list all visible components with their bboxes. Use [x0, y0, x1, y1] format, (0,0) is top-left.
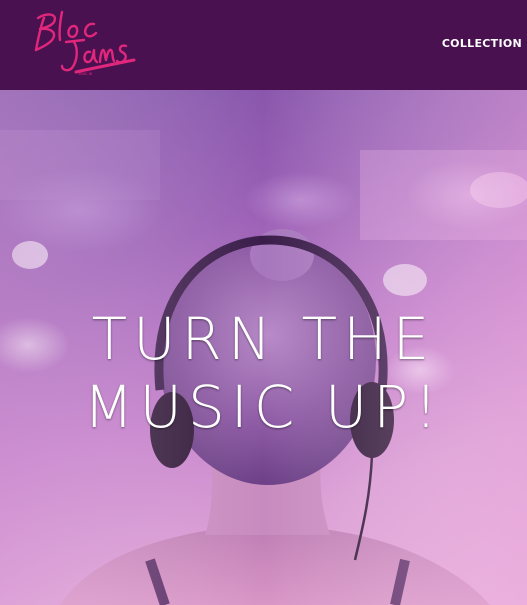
hero-section: TURN THE MUSIC UP!	[0, 90, 527, 605]
bloc-jams-logo-icon: bloc.io	[34, 10, 136, 76]
main-nav: COLLECTION	[442, 37, 522, 50]
hero-title: TURN THE MUSIC UP!	[0, 305, 527, 441]
svg-text:bloc.io: bloc.io	[79, 71, 93, 76]
nav-link-collection[interactable]: COLLECTION	[442, 37, 522, 50]
hero-title-line-2: MUSIC UP!	[83, 373, 444, 441]
bloc-jams-logo[interactable]: bloc.io	[30, 4, 140, 76]
top-navbar: bloc.io COLLECTION	[0, 0, 527, 90]
hero-title-line-1: TURN THE	[91, 305, 436, 373]
